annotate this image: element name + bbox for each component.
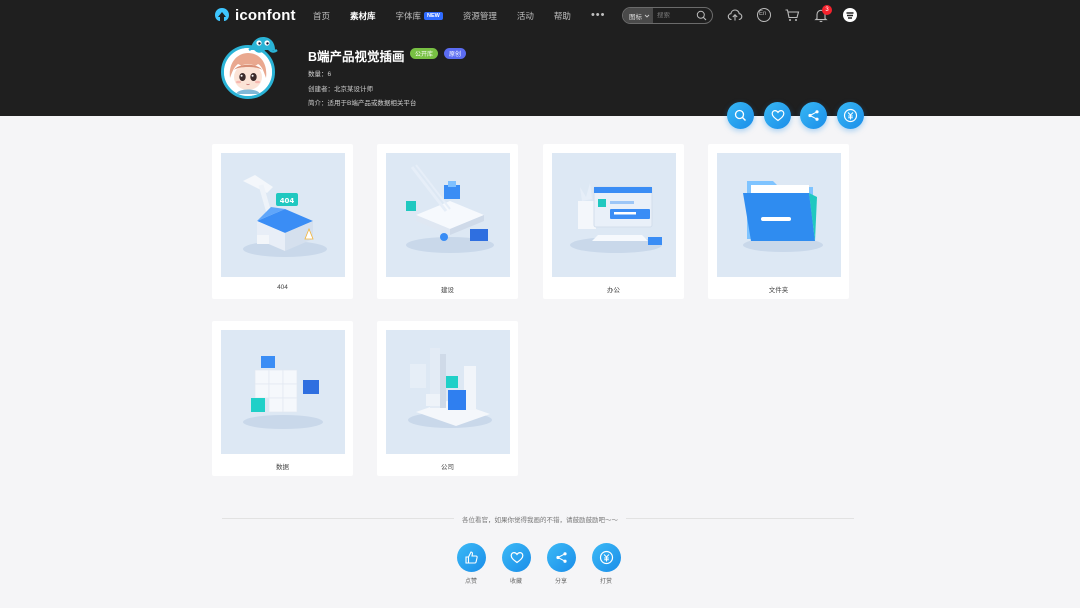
illustration-thumbnail xyxy=(221,330,345,454)
collection-creator: 创建者：北京某设计师 xyxy=(308,86,373,93)
menu-label: 资源管理 xyxy=(462,11,497,21)
menu-label: 活动 xyxy=(516,11,534,21)
menu-item-materials[interactable]: 素材库 xyxy=(350,10,376,22)
reward-icon xyxy=(599,550,614,565)
reward-label: 打赏 xyxy=(599,579,612,585)
collection-title: B端产品视觉插画 xyxy=(308,50,405,64)
menu-label: 帮助 xyxy=(553,11,571,21)
collect-button[interactable] xyxy=(502,543,531,572)
encouragement-message: 各位看官，如果你觉得我画的不错，请鼓励鼓励吧～～ xyxy=(0,514,1080,524)
menu-item-resources[interactable]: 资源管理 xyxy=(463,10,497,22)
menu-item-fonts[interactable]: 字体库 NEW xyxy=(396,10,443,22)
illustration-card-404[interactable]: 404 404 xyxy=(212,144,353,299)
main-menu: 首页 素材库 字体库 NEW 资源管理 活动 帮助 ••• xyxy=(313,7,626,22)
encouragement-text: 各位看官，如果你觉得我画的不错，请鼓励鼓励吧～～ xyxy=(456,517,624,524)
new-badge: NEW xyxy=(424,12,443,20)
illustration-card-folder[interactable]: 文件夹 xyxy=(708,144,849,299)
menu-item-help[interactable]: 帮助 xyxy=(554,10,571,22)
illustration-construction-image xyxy=(406,164,494,253)
logo-text: iconfont xyxy=(235,6,296,24)
reward-collection-button[interactable] xyxy=(837,102,864,129)
like-button[interactable] xyxy=(457,543,486,572)
language-label: En xyxy=(759,11,767,17)
menu-item-home[interactable]: 首页 xyxy=(313,10,330,22)
share-collection-button[interactable] xyxy=(800,102,827,129)
logo[interactable]: iconfont xyxy=(213,6,296,24)
illustration-card-office[interactable]: 办公 xyxy=(543,144,684,299)
original-tag: 原创 xyxy=(444,48,467,59)
chevron-down-icon xyxy=(644,14,650,18)
top-nav: iconfont 首页 素材库 字体库 NEW 资源管理 活动 帮助 ••• 图标 xyxy=(0,0,1080,32)
search-box: 图标 xyxy=(622,7,713,24)
mascot-hat-icon xyxy=(248,37,278,53)
card-label: 文件夹 xyxy=(768,287,789,294)
reward-icon xyxy=(843,108,858,123)
illustration-company-image xyxy=(408,348,492,428)
share-icon xyxy=(556,552,567,563)
share-button[interactable] xyxy=(547,543,576,572)
svg-text:404: 404 xyxy=(280,197,295,205)
menu-label: 素材库 xyxy=(350,11,376,21)
cart-icon[interactable] xyxy=(784,7,800,23)
share-label: 分享 xyxy=(554,579,567,585)
menu-item-events[interactable]: 活动 xyxy=(517,10,534,22)
page-header: iconfont 首页 素材库 字体库 NEW 资源管理 活动 帮助 ••• 图标 xyxy=(0,0,1080,116)
collection-description: 简介：适用于B端产品或数据相关平台 xyxy=(308,100,417,107)
illustration-folder-image xyxy=(743,181,823,252)
illustration-thumbnail xyxy=(386,330,510,454)
illustration-thumbnail: 404 xyxy=(221,153,345,277)
anime-girl-avatar-icon xyxy=(224,48,272,96)
menu-label: 字体库 xyxy=(395,11,422,21)
notification-badge: 3 xyxy=(822,5,832,15)
favorite-collection-button[interactable] xyxy=(764,102,791,129)
collect-label: 收藏 xyxy=(509,579,522,585)
illustration-thumbnail xyxy=(717,153,841,277)
search-type-label: 图标 xyxy=(629,13,642,21)
card-label: 404 xyxy=(277,284,288,291)
public-tag: 公开库 xyxy=(410,48,439,59)
illustration-card-construction[interactable]: 建设 xyxy=(377,144,518,299)
like-label: 点赞 xyxy=(464,579,477,585)
user-avatar-icon[interactable] xyxy=(842,7,858,23)
illustration-card-data[interactable]: 数据 xyxy=(212,321,353,476)
collection-count: 数量：6 xyxy=(308,71,332,78)
thumbs-up-icon xyxy=(465,551,478,564)
illustration-thumbnail xyxy=(552,153,676,277)
illustration-office-image xyxy=(570,183,662,253)
card-label: 建设 xyxy=(441,287,454,294)
iconfont-logo-icon xyxy=(215,8,229,21)
menu-label: 首页 xyxy=(313,11,331,21)
card-label: 办公 xyxy=(607,287,620,294)
share-icon xyxy=(808,110,819,121)
search-type-select[interactable]: 图标 xyxy=(623,8,653,23)
card-label: 公司 xyxy=(441,464,454,471)
upload-cloud-icon[interactable] xyxy=(727,7,743,23)
search-icon[interactable] xyxy=(696,10,707,21)
search-input[interactable] xyxy=(657,12,697,19)
illustration-404-image: 404 xyxy=(243,175,327,257)
reward-button[interactable] xyxy=(592,543,621,572)
search-collection-button[interactable] xyxy=(727,102,754,129)
illustration-thumbnail xyxy=(386,153,510,277)
more-menu-button[interactable]: ••• xyxy=(591,7,606,22)
illustration-data-image xyxy=(243,356,323,429)
illustration-card-company[interactable]: 公司 xyxy=(377,321,518,476)
heart-icon xyxy=(510,551,523,564)
card-label: 数据 xyxy=(276,464,289,471)
search-icon xyxy=(734,109,746,121)
heart-icon xyxy=(771,109,784,122)
